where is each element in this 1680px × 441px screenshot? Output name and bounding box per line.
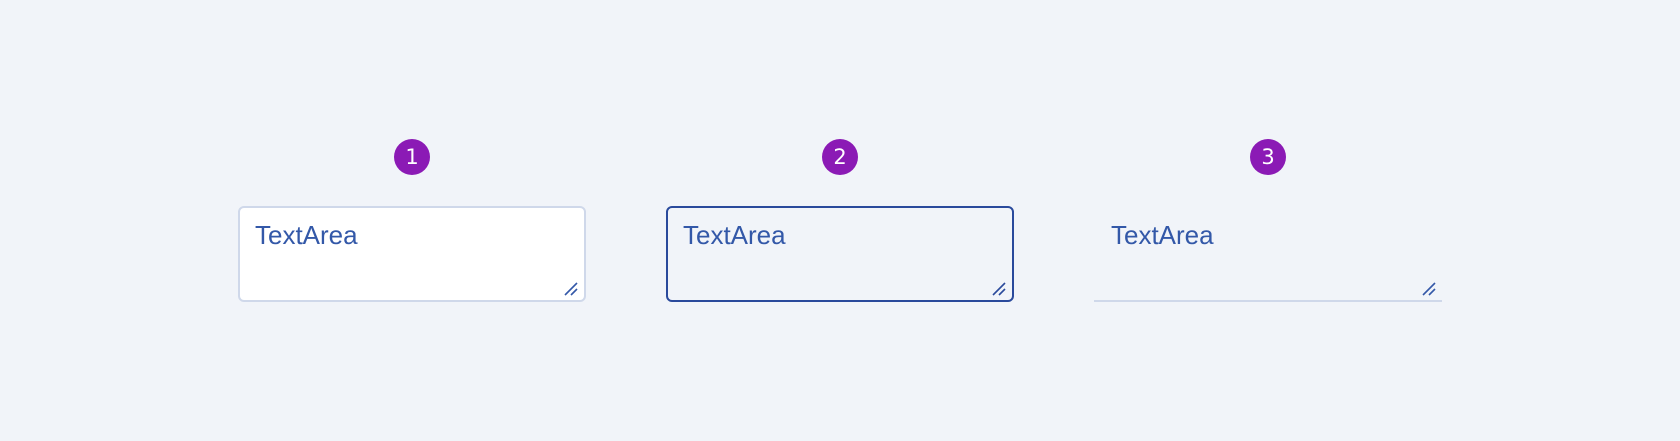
step-badge: 2 [822,139,858,175]
text-area[interactable]: TextArea [238,206,586,302]
text-area-value: TextArea [1111,220,1214,250]
text-area[interactable]: TextArea [1094,206,1442,302]
text-area-value: TextArea [255,220,358,250]
resize-handle-icon[interactable] [1422,282,1436,296]
step-badge: 1 [394,139,430,175]
resize-handle-icon[interactable] [564,282,578,296]
text-area[interactable]: TextArea [666,206,1014,302]
step-badge: 3 [1250,139,1286,175]
text-area-value: TextArea [683,220,786,250]
resize-handle-icon[interactable] [992,282,1006,296]
